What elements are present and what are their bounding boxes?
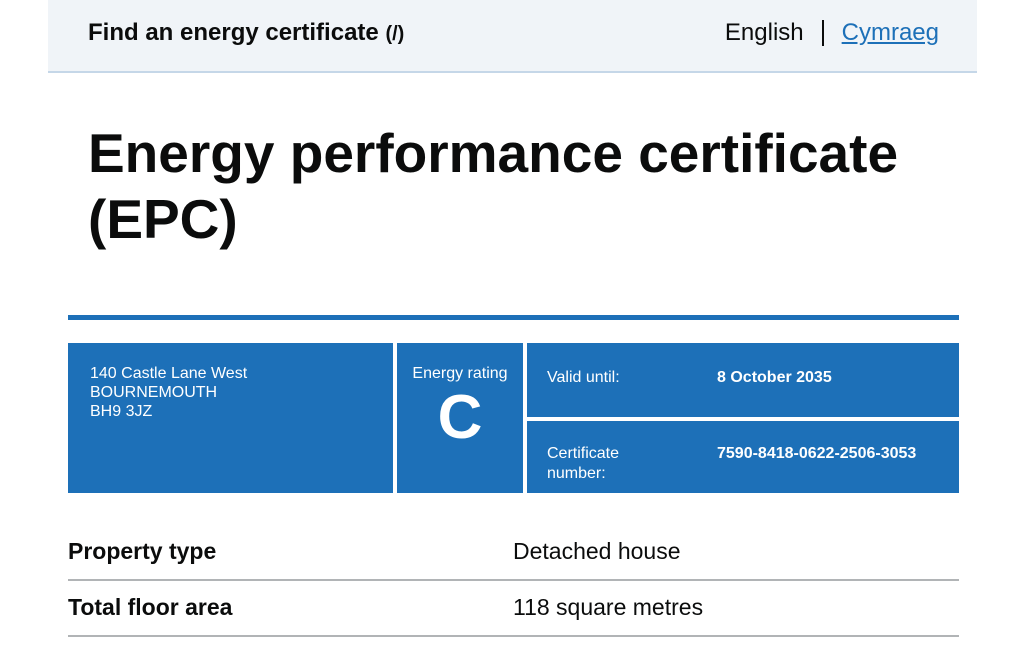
- summary-list: Property type Detached house Total floor…: [68, 525, 959, 637]
- language-cymraeg-link[interactable]: Cymraeg: [842, 19, 939, 47]
- valid-until-value: 8 October 2035: [717, 369, 832, 386]
- service-name-link[interactable]: Find an energy certificate (/): [88, 19, 404, 47]
- summary-row: Total floor area 118 square metres: [68, 581, 959, 637]
- address-line: 140 Castle Lane West: [90, 365, 248, 382]
- certificate-number-label: Certificate number:: [547, 444, 657, 484]
- language-switcher: English Cymraeg: [725, 19, 939, 47]
- language-current: English: [724, 19, 804, 46]
- summary-key: Total floor area: [68, 594, 233, 620]
- page-title: Energy performance certificate (EPC): [88, 122, 899, 250]
- summary-key: Property type: [68, 538, 217, 564]
- certificate-number-label-line: number:: [547, 465, 606, 482]
- energy-rating-letter: C: [437, 383, 483, 452]
- certificate-address: 140 Castle Lane West BOURNEMOUTH BH9 3JZ: [68, 343, 393, 493]
- summary-value: 118 square metres: [513, 594, 704, 620]
- language-separator: [821, 20, 824, 46]
- service-name: Find an energy certificate: [88, 19, 379, 46]
- summary-row: Property type Detached house: [68, 525, 959, 581]
- valid-until-box: Valid until: 8 October 2035: [527, 343, 959, 417]
- energy-rating-label: Energy rating: [412, 365, 508, 382]
- certificate-number-value: 7590-8418-0622-2506-3053: [717, 445, 917, 462]
- address-line: BH9 3JZ: [90, 403, 153, 420]
- address-line: BOURNEMOUTH: [90, 384, 218, 401]
- energy-rating-box: Energy rating C: [397, 343, 523, 493]
- certificate-number-label-line: Certificate: [547, 445, 620, 462]
- certificate-number-box: Certificate number: 7590-8418-0622-2506-…: [527, 421, 959, 493]
- site-header: Find an energy certificate (/) English C…: [48, 0, 977, 73]
- section-divider: [68, 315, 959, 320]
- service-name-suffix: (/): [385, 23, 405, 45]
- valid-until-label: Valid until:: [547, 369, 620, 386]
- summary-value: Detached house: [513, 538, 681, 564]
